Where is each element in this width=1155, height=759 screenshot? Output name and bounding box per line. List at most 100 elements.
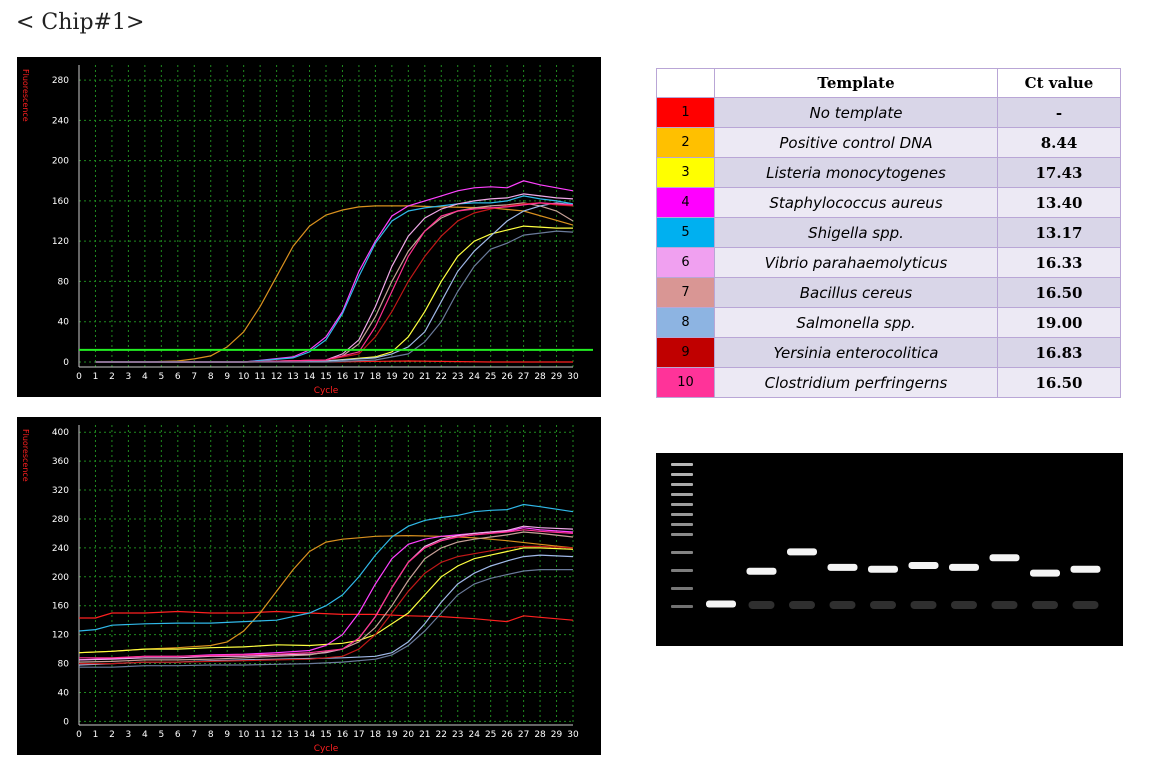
x-tick-label: 17 xyxy=(353,730,364,740)
ladder-band xyxy=(671,587,693,590)
ct-value-cell: 16.50 xyxy=(997,367,1121,398)
table-row: 7 Bacillus cereus 16.50 xyxy=(656,277,1121,308)
x-tick-label: 14 xyxy=(304,730,316,740)
table-header-row: Template Ct value xyxy=(656,68,1121,98)
x-tick-label: 5 xyxy=(158,730,164,740)
x-tick-label: 9 xyxy=(224,730,230,740)
ladder-band xyxy=(671,493,693,496)
y-tick-label: 80 xyxy=(58,660,70,670)
row-number-swatch: 7 xyxy=(656,277,715,308)
x-tick-label: 12 xyxy=(271,372,282,382)
y-tick-label: 200 xyxy=(52,157,69,167)
row-number-swatch: 8 xyxy=(656,307,715,338)
y-tick-label: 0 xyxy=(63,717,69,727)
x-tick-label: 28 xyxy=(534,730,546,740)
template-cell: Listeria monocytogenes xyxy=(714,157,998,188)
ct-value-cell: 16.33 xyxy=(997,247,1121,278)
chart-1-svg: 0 1 2 3 4 5 6 7 8 9 10 11 12 13 14 15 16 17 18 19 20 21 22 23 24… xyxy=(21,65,593,396)
ladder-band xyxy=(671,569,693,572)
table-row: 8 Salmonella spp. 19.00 xyxy=(656,307,1121,338)
x-tick-label: 4 xyxy=(142,730,148,740)
primer-band xyxy=(748,601,775,609)
template-cell: Vibrio parahaemolyticus xyxy=(714,247,998,278)
x-tick-label: 7 xyxy=(191,730,197,740)
x-tick-label: 27 xyxy=(518,372,529,382)
x-axis-title: Cycle xyxy=(314,744,339,754)
qpcr-amplification-chart-1: 0 1 2 3 4 5 6 7 8 9 10 11 12 13 14 15 16 17 18 19 20 21 22 23 24… xyxy=(17,57,601,397)
series-line-3 xyxy=(95,225,573,363)
x-tick-label: 5 xyxy=(158,372,164,382)
ladder-band xyxy=(671,533,693,536)
x-tick-label: 3 xyxy=(126,730,132,740)
x-tick-label: 19 xyxy=(386,372,398,382)
gel-band xyxy=(706,600,736,608)
ladder-band xyxy=(671,483,693,486)
y-axis-title: Fluorescence xyxy=(21,429,30,482)
template-cell: Clostridium perfringerns xyxy=(714,367,998,398)
x-tick-label: 12 xyxy=(271,730,282,740)
header-template: Template xyxy=(714,68,998,98)
x-tick-label: 4 xyxy=(142,372,148,382)
x-tick-label: 8 xyxy=(208,730,214,740)
template-cell: Shigella spp. xyxy=(714,217,998,248)
row-number-swatch: 6 xyxy=(656,247,715,278)
primer-band xyxy=(829,601,856,609)
ct-value-cell: - xyxy=(997,97,1121,128)
x-tick-label: 7 xyxy=(191,372,197,382)
table-row: 1 No template - xyxy=(656,97,1121,128)
template-cell: Positive control DNA xyxy=(714,127,998,158)
y-tick-label: 160 xyxy=(52,197,69,207)
ct-value-cell: 16.50 xyxy=(997,277,1121,308)
gel-band xyxy=(868,565,898,573)
row-number-swatch: 3 xyxy=(656,157,715,188)
table-row: 9 Yersinia enterocolitica 16.83 xyxy=(656,337,1121,368)
x-tick-label: 0 xyxy=(76,372,82,382)
template-cell: Bacillus cereus xyxy=(714,277,998,308)
x-tick-label: 23 xyxy=(452,730,463,740)
gel-svg xyxy=(671,463,1101,609)
x-tick-label: 19 xyxy=(386,730,398,740)
x-tick-label: 6 xyxy=(175,372,181,382)
series-line-11 xyxy=(95,230,574,363)
y-tick-label: 240 xyxy=(52,544,69,554)
ct-value-cell: 8.44 xyxy=(997,127,1121,158)
gel-electrophoresis-image xyxy=(656,453,1123,646)
row-number-swatch: 9 xyxy=(656,337,715,368)
y-axis-title: Fluorescence xyxy=(21,69,30,122)
chart-2-svg: 0 1 2 3 4 5 6 7 8 9 10 11 12 13 14 15 16 17 18 19 20 21 22 23 24… xyxy=(21,425,579,754)
gel-band xyxy=(787,548,817,556)
x-tick-label: 18 xyxy=(370,730,382,740)
x-tick-label: 20 xyxy=(403,372,415,382)
primer-band xyxy=(870,601,896,609)
ladder-band xyxy=(671,473,693,476)
x-tick-label: 6 xyxy=(175,730,181,740)
x-tick-label: 0 xyxy=(76,730,82,740)
series-line-2 xyxy=(95,205,574,363)
page-heading: < Chip#1> xyxy=(16,10,145,35)
gel-band xyxy=(827,563,858,571)
x-tick-label: 21 xyxy=(419,372,430,382)
gel-band xyxy=(989,554,1020,562)
ct-value-table: Template Ct value 1 No template -2 Positive… xyxy=(656,68,1121,398)
x-tick-label: 13 xyxy=(287,730,298,740)
primer-band xyxy=(1032,601,1058,609)
row-number-swatch: 1 xyxy=(656,97,715,128)
gel-band xyxy=(949,563,979,571)
ct-value-cell: 19.00 xyxy=(997,307,1121,338)
template-cell: Salmonella spp. xyxy=(714,307,998,338)
table-row: 4 Staphylococcus aureus 13.40 xyxy=(656,187,1121,218)
x-tick-label: 20 xyxy=(403,730,415,740)
x-tick-label: 8 xyxy=(208,372,214,382)
y-tick-label: 120 xyxy=(52,237,69,247)
ladder-band xyxy=(671,503,693,506)
ladder-band xyxy=(671,605,693,608)
table-row: 2 Positive control DNA 8.44 xyxy=(656,127,1121,158)
gel-band xyxy=(908,561,939,569)
x-tick-label: 1 xyxy=(93,730,99,740)
template-cell: Staphylococcus aureus xyxy=(714,187,998,218)
primer-band xyxy=(1072,601,1099,609)
x-tick-label: 3 xyxy=(126,372,132,382)
y-tick-label: 40 xyxy=(58,688,70,698)
x-tick-label: 24 xyxy=(468,730,480,740)
y-tick-label: 240 xyxy=(52,116,69,126)
